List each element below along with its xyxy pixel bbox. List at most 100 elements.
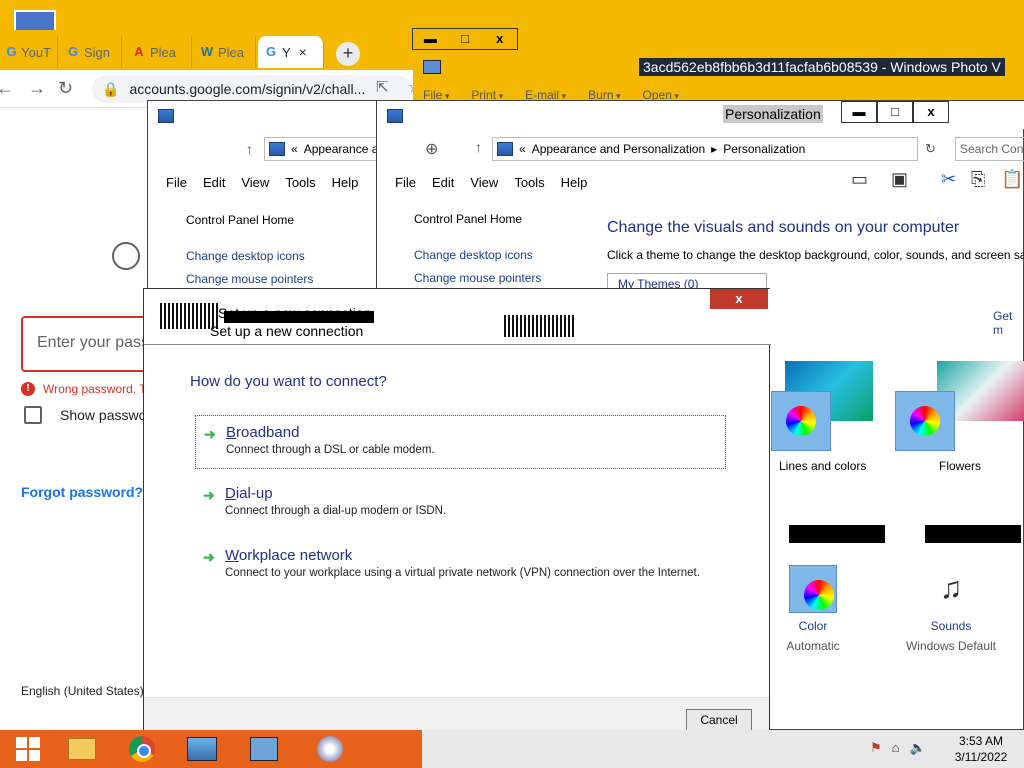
menu-tools[interactable]: Tools (514, 175, 544, 190)
redacted-bar (925, 525, 1021, 543)
reload-icon[interactable]: ↻ (58, 78, 73, 99)
green-arrow-icon: ➜ (203, 549, 215, 565)
change-desktop-icons-link[interactable]: Change desktop icons (186, 249, 305, 263)
change-mouse-pointers-link[interactable]: Change mouse pointers (186, 272, 313, 286)
tab-youtube[interactable]: G YouT (0, 36, 58, 68)
sounds-icon: ♫ (939, 572, 963, 605)
tab-active[interactable]: G Y × (258, 36, 324, 68)
tab-sign-in[interactable]: G Sign (60, 36, 122, 68)
sounds-setting[interactable]: ♫ Sounds Windows Default (897, 565, 1005, 653)
option-title: Workplace network (225, 547, 353, 564)
minimize-button[interactable]: ▬ (413, 29, 448, 49)
theme-flowers[interactable]: Flowers (895, 357, 1024, 477)
color-title: Color (798, 619, 828, 633)
option-dial-up[interactable]: ➜ Dial-up Connect through a dial-up mode… (195, 477, 726, 531)
change-desktop-icons-link[interactable]: Change desktop icons (414, 248, 533, 262)
back-icon[interactable]: ← (0, 78, 14, 99)
show-password-checkbox[interactable] (24, 406, 42, 424)
maximize-button[interactable]: □ (448, 29, 483, 49)
option-description: Connect through a dial-up modem or ISDN. (225, 505, 447, 517)
forward-icon[interactable]: → (28, 78, 46, 99)
cancel-button[interactable]: Cancel (686, 709, 752, 731)
paste-icon[interactable]: 📋 (1001, 169, 1023, 190)
color-palette-icon (895, 391, 955, 451)
clock-date: 3/11/2022 (954, 750, 1008, 764)
change-mouse-pointers-link[interactable]: Change mouse pointers (414, 271, 541, 285)
maximize-button[interactable]: □ (877, 101, 913, 123)
layout-icon[interactable]: ▭ (851, 169, 868, 190)
menu-help[interactable]: Help (332, 175, 359, 190)
dialog-title-ghost: Set up a new connection (210, 323, 364, 339)
breadcrumb-item[interactable]: Appearance an (304, 142, 385, 156)
menu-edit[interactable]: Edit (432, 175, 454, 190)
color-setting[interactable]: Color Automatic (777, 565, 849, 653)
menu-view[interactable]: View (470, 175, 498, 190)
taskbar-file-explorer[interactable] (54, 733, 110, 765)
new-tab-button[interactable]: + (336, 42, 360, 66)
control-panel-home-link[interactable]: Control Panel Home (186, 213, 294, 227)
dialog-close-button[interactable]: x (710, 289, 768, 309)
up-arrow-icon[interactable]: ↑ (246, 141, 253, 157)
redacted-bar (789, 525, 885, 543)
copy-icon[interactable]: ⎘ (971, 169, 985, 190)
option-broadband[interactable]: ➜ Broadband Connect through a DSL or cab… (195, 415, 726, 469)
language-selector[interactable]: English (United States) (21, 684, 144, 698)
taskbar-media-player[interactable] (302, 733, 358, 765)
minimize-button[interactable]: ▬ (841, 101, 877, 123)
option-title: Broadband (226, 424, 300, 441)
tab-adobe[interactable]: A Plea (126, 36, 192, 68)
search-input[interactable]: Search Con (955, 137, 1024, 161)
breadcrumb-current[interactable]: Personalization (723, 142, 805, 156)
get-more-themes-link[interactable]: Get m (993, 309, 1023, 337)
forward-icon[interactable]: ⊕ (425, 139, 438, 159)
tab-label: Y (282, 44, 291, 60)
taskbar-photo-viewer[interactable] (174, 733, 230, 765)
forgot-password-link[interactable]: Forgot password? (21, 484, 143, 500)
control-panel-icon (158, 109, 174, 123)
close-button[interactable]: x (482, 29, 517, 49)
start-button[interactable] (0, 733, 56, 765)
volume-muted-icon[interactable]: 🔈 (910, 740, 926, 756)
glitch-artifact (504, 315, 574, 337)
clock[interactable]: 3:53 AM 3/11/2022 (946, 733, 1016, 765)
up-arrow-icon[interactable]: ↑ (475, 139, 482, 155)
photo-viewer-title: 3acd562eb8fbb6b3d11facfab6b08539 - Windo… (639, 58, 1005, 76)
url-text: accounts.google.com/signin/v2/chall... (129, 81, 366, 97)
window-title: Personalization (723, 105, 823, 123)
refresh-icon[interactable]: ↻ (925, 141, 936, 157)
tab-label: Plea (150, 44, 177, 60)
network-icon[interactable]: ⌂ (892, 740, 900, 756)
option-workplace-network[interactable]: ➜ Workplace network Connect to your work… (195, 539, 726, 593)
menu-edit[interactable]: Edit (203, 175, 225, 190)
close-button[interactable]: x (913, 101, 949, 123)
clock-time: 3:53 AM (958, 734, 1004, 748)
tab-close-icon[interactable]: × (299, 44, 307, 60)
address-bar[interactable]: 🔒 accounts.google.com/signin/v2/chall... (92, 75, 412, 103)
wordpress-icon: W (200, 44, 214, 59)
theme-lines-and-colors[interactable]: Lines and colors (771, 357, 881, 477)
cut-icon[interactable]: ✂ (941, 169, 956, 190)
taskbar-control-panel[interactable] (236, 733, 292, 765)
share-icon[interactable]: ⇱ (376, 78, 389, 96)
properties-icon[interactable]: ▣ (891, 169, 908, 190)
taskbar-chrome[interactable] (114, 733, 170, 765)
address-bar[interactable]: « Appearance and Personalization ▸ Perso… (492, 137, 918, 161)
control-panel-home-link[interactable]: Control Panel Home (414, 212, 522, 226)
sounds-title: Sounds (930, 619, 972, 633)
tab-label: Sign (84, 44, 111, 60)
control-panel-icon (269, 142, 285, 156)
account-circle-icon (112, 242, 140, 270)
security-alert-icon[interactable]: ⚑ (870, 740, 882, 756)
tab-label: Plea (218, 44, 245, 60)
address-bar[interactable]: « Appearance an (264, 137, 388, 161)
menu-help[interactable]: Help (561, 175, 588, 190)
tab-wordpress[interactable]: W Plea (194, 36, 256, 68)
menu-file[interactable]: File (395, 175, 416, 190)
breadcrumb-parent[interactable]: Appearance and Personalization (532, 142, 705, 156)
breadcrumb-chevron: « (291, 142, 298, 156)
menu-view[interactable]: View (241, 175, 269, 190)
menu-file[interactable]: File (166, 175, 187, 190)
menu-tools[interactable]: Tools (285, 175, 315, 190)
show-password-row[interactable]: Show passwo (24, 406, 146, 424)
tab-label: YouT (21, 44, 51, 60)
